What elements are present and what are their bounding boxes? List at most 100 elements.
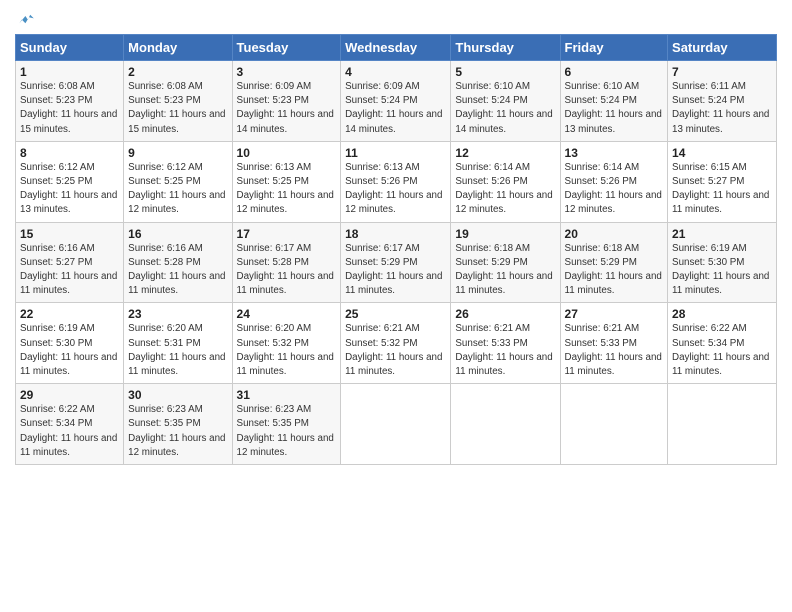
day-info: Sunrise: 6:14 AM Sunset: 5:26 PM Dayligh… (455, 161, 555, 218)
sunrise-text: Sunrise: 6:12 AM (20, 162, 95, 173)
day-info: Sunrise: 6:13 AM Sunset: 5:25 PM Dayligh… (237, 161, 337, 218)
daylight-text: Daylight: 11 hours and 15 minutes. (20, 109, 117, 134)
day-info: Sunrise: 6:12 AM Sunset: 5:25 PM Dayligh… (128, 161, 227, 218)
daylight-text: Daylight: 11 hours and 12 minutes. (128, 433, 225, 458)
sunrise-text: Sunrise: 6:19 AM (672, 243, 747, 254)
day-number: 18 (345, 227, 446, 241)
daylight-text: Daylight: 11 hours and 11 minutes. (672, 352, 769, 377)
day-info: Sunrise: 6:09 AM Sunset: 5:24 PM Dayligh… (345, 80, 446, 137)
daylight-text: Daylight: 11 hours and 14 minutes. (345, 109, 442, 134)
calendar-week-row: 22 Sunrise: 6:19 AM Sunset: 5:30 PM Dayl… (16, 303, 777, 384)
day-info: Sunrise: 6:10 AM Sunset: 5:24 PM Dayligh… (455, 80, 555, 137)
day-info: Sunrise: 6:14 AM Sunset: 5:26 PM Dayligh… (565, 161, 664, 218)
sunrise-text: Sunrise: 6:10 AM (455, 81, 530, 92)
day-number: 9 (128, 146, 227, 160)
calendar-week-row: 8 Sunrise: 6:12 AM Sunset: 5:25 PM Dayli… (16, 141, 777, 222)
calendar-day-cell: 16 Sunrise: 6:16 AM Sunset: 5:28 PM Dayl… (124, 222, 232, 303)
calendar-day-cell: 21 Sunrise: 6:19 AM Sunset: 5:30 PM Dayl… (668, 222, 777, 303)
day-number: 5 (455, 65, 555, 79)
day-number: 16 (128, 227, 227, 241)
calendar-day-cell: 26 Sunrise: 6:21 AM Sunset: 5:33 PM Dayl… (451, 303, 560, 384)
sunset-text: Sunset: 5:29 PM (455, 257, 527, 268)
day-number: 23 (128, 307, 227, 321)
day-info: Sunrise: 6:19 AM Sunset: 5:30 PM Dayligh… (672, 242, 772, 299)
sunset-text: Sunset: 5:30 PM (672, 257, 744, 268)
day-number: 26 (455, 307, 555, 321)
daylight-text: Daylight: 11 hours and 12 minutes. (237, 190, 334, 215)
calendar-week-row: 1 Sunrise: 6:08 AM Sunset: 5:23 PM Dayli… (16, 61, 777, 142)
day-info: Sunrise: 6:19 AM Sunset: 5:30 PM Dayligh… (20, 322, 119, 379)
sunrise-text: Sunrise: 6:17 AM (345, 243, 420, 254)
sunrise-text: Sunrise: 6:20 AM (128, 323, 203, 334)
daylight-text: Daylight: 11 hours and 11 minutes. (20, 271, 117, 296)
daylight-text: Daylight: 11 hours and 11 minutes. (20, 352, 117, 377)
calendar-header-row: SundayMondayTuesdayWednesdayThursdayFrid… (16, 35, 777, 61)
daylight-text: Daylight: 11 hours and 12 minutes. (345, 190, 442, 215)
sunset-text: Sunset: 5:24 PM (345, 95, 417, 106)
calendar-day-cell: 10 Sunrise: 6:13 AM Sunset: 5:25 PM Dayl… (232, 141, 341, 222)
daylight-text: Daylight: 11 hours and 11 minutes. (237, 271, 334, 296)
day-number: 29 (20, 388, 119, 402)
sunset-text: Sunset: 5:23 PM (20, 95, 92, 106)
calendar-day-cell (560, 384, 668, 465)
daylight-text: Daylight: 11 hours and 11 minutes. (672, 271, 769, 296)
sunrise-text: Sunrise: 6:17 AM (237, 243, 312, 254)
weekday-header: Monday (124, 35, 232, 61)
daylight-text: Daylight: 11 hours and 12 minutes. (565, 190, 662, 215)
calendar-day-cell: 18 Sunrise: 6:17 AM Sunset: 5:29 PM Dayl… (341, 222, 451, 303)
sunset-text: Sunset: 5:23 PM (128, 95, 200, 106)
sunset-text: Sunset: 5:24 PM (672, 95, 744, 106)
day-info: Sunrise: 6:18 AM Sunset: 5:29 PM Dayligh… (455, 242, 555, 299)
sunrise-text: Sunrise: 6:15 AM (672, 162, 747, 173)
calendar-day-cell: 3 Sunrise: 6:09 AM Sunset: 5:23 PM Dayli… (232, 61, 341, 142)
sunset-text: Sunset: 5:28 PM (128, 257, 200, 268)
logo-bird-icon (17, 10, 35, 28)
sunrise-text: Sunrise: 6:11 AM (672, 81, 746, 92)
calendar-table: SundayMondayTuesdayWednesdayThursdayFrid… (15, 34, 777, 465)
day-info: Sunrise: 6:12 AM Sunset: 5:25 PM Dayligh… (20, 161, 119, 218)
sunrise-text: Sunrise: 6:23 AM (128, 404, 203, 415)
daylight-text: Daylight: 11 hours and 13 minutes. (20, 190, 117, 215)
day-number: 30 (128, 388, 227, 402)
sunset-text: Sunset: 5:32 PM (345, 338, 417, 349)
calendar-day-cell (341, 384, 451, 465)
day-number: 1 (20, 65, 119, 79)
weekday-header: Saturday (668, 35, 777, 61)
day-info: Sunrise: 6:23 AM Sunset: 5:35 PM Dayligh… (128, 403, 227, 460)
daylight-text: Daylight: 11 hours and 11 minutes. (455, 352, 552, 377)
sunset-text: Sunset: 5:31 PM (128, 338, 200, 349)
calendar-day-cell: 13 Sunrise: 6:14 AM Sunset: 5:26 PM Dayl… (560, 141, 668, 222)
day-number: 15 (20, 227, 119, 241)
header (15, 10, 777, 28)
sunrise-text: Sunrise: 6:09 AM (237, 81, 312, 92)
daylight-text: Daylight: 11 hours and 11 minutes. (565, 271, 662, 296)
day-number: 10 (237, 146, 337, 160)
daylight-text: Daylight: 11 hours and 11 minutes. (345, 271, 442, 296)
day-info: Sunrise: 6:21 AM Sunset: 5:33 PM Dayligh… (455, 322, 555, 379)
daylight-text: Daylight: 11 hours and 12 minutes. (128, 190, 225, 215)
daylight-text: Daylight: 11 hours and 11 minutes. (345, 352, 442, 377)
day-number: 31 (237, 388, 337, 402)
sunset-text: Sunset: 5:34 PM (672, 338, 744, 349)
calendar-day-cell (668, 384, 777, 465)
day-info: Sunrise: 6:13 AM Sunset: 5:26 PM Dayligh… (345, 161, 446, 218)
sunrise-text: Sunrise: 6:14 AM (565, 162, 640, 173)
day-info: Sunrise: 6:21 AM Sunset: 5:33 PM Dayligh… (565, 322, 664, 379)
day-number: 20 (565, 227, 664, 241)
sunset-text: Sunset: 5:35 PM (237, 418, 309, 429)
sunset-text: Sunset: 5:25 PM (128, 176, 200, 187)
calendar-day-cell: 19 Sunrise: 6:18 AM Sunset: 5:29 PM Dayl… (451, 222, 560, 303)
calendar-day-cell: 23 Sunrise: 6:20 AM Sunset: 5:31 PM Dayl… (124, 303, 232, 384)
sunrise-text: Sunrise: 6:13 AM (345, 162, 420, 173)
sunrise-text: Sunrise: 6:22 AM (672, 323, 747, 334)
sunrise-text: Sunrise: 6:08 AM (128, 81, 203, 92)
day-info: Sunrise: 6:21 AM Sunset: 5:32 PM Dayligh… (345, 322, 446, 379)
daylight-text: Daylight: 11 hours and 13 minutes. (672, 109, 769, 134)
calendar-day-cell: 1 Sunrise: 6:08 AM Sunset: 5:23 PM Dayli… (16, 61, 124, 142)
daylight-text: Daylight: 11 hours and 11 minutes. (20, 433, 117, 458)
day-number: 12 (455, 146, 555, 160)
calendar-day-cell: 9 Sunrise: 6:12 AM Sunset: 5:25 PM Dayli… (124, 141, 232, 222)
calendar-day-cell: 22 Sunrise: 6:19 AM Sunset: 5:30 PM Dayl… (16, 303, 124, 384)
sunset-text: Sunset: 5:35 PM (128, 418, 200, 429)
calendar-week-row: 29 Sunrise: 6:22 AM Sunset: 5:34 PM Dayl… (16, 384, 777, 465)
